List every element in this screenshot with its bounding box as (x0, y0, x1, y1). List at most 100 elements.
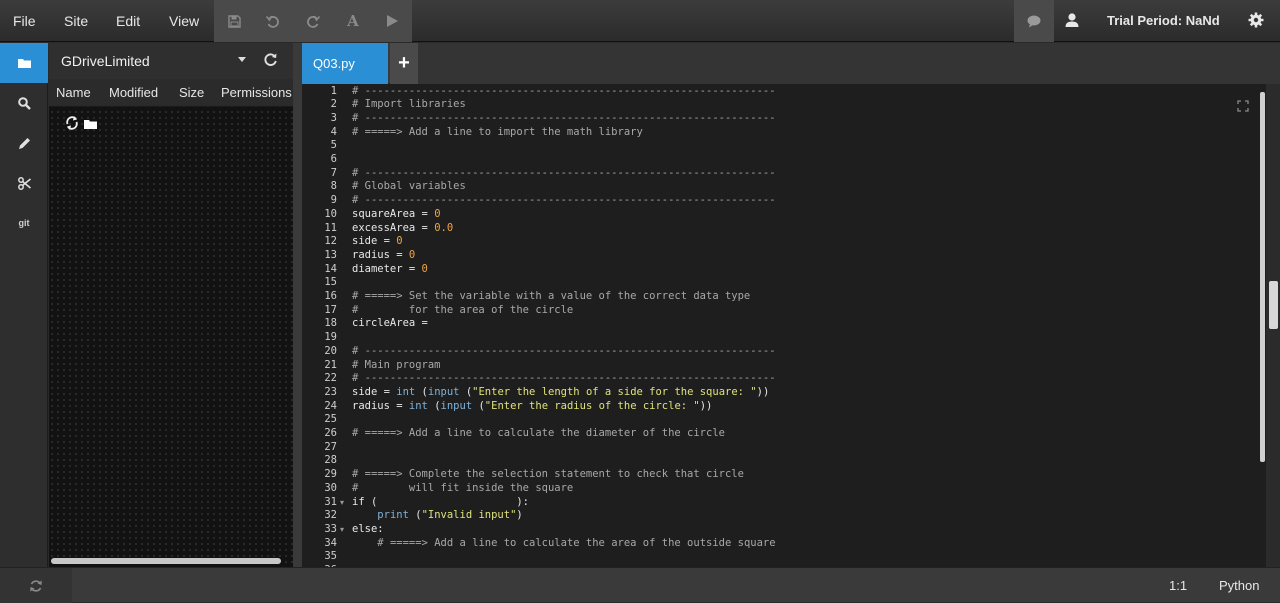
left-tool-rail: git (0, 43, 48, 567)
code-line[interactable]: # =====> Add a line to calculate the dia… (352, 427, 725, 441)
redo-button[interactable] (303, 11, 323, 31)
expand-icon[interactable] (1237, 99, 1249, 112)
code-line[interactable]: else: (352, 523, 384, 537)
status-bar: 1:1 Python (0, 567, 1280, 603)
search-icon (17, 96, 31, 110)
fold-arrow-icon[interactable]: ▾ (340, 496, 348, 510)
code-line[interactable]: print ("Invalid input") (352, 509, 522, 523)
line-number: 22 (324, 372, 337, 385)
page-scrollbar[interactable] (1269, 281, 1278, 329)
code-line[interactable]: # --------------------------------------… (352, 167, 776, 181)
line-number: 31 (324, 495, 337, 508)
line-number: 1 (330, 84, 337, 97)
column-header-name[interactable]: Name (56, 79, 91, 106)
menu-file[interactable]: File (13, 0, 36, 42)
line-number: 18 (324, 317, 337, 330)
file-column-headers: Name Modified Size Permissions (49, 79, 293, 107)
line-number: 9 (330, 194, 337, 207)
file-panel-scrollbar[interactable] (51, 558, 281, 564)
rail-edit-button[interactable] (0, 123, 48, 163)
pencil-icon (18, 137, 30, 149)
rail-git-button[interactable]: git (0, 203, 48, 243)
rail-cut-button[interactable] (0, 163, 48, 203)
refresh-button[interactable] (263, 52, 281, 70)
folder-icon (17, 59, 31, 68)
line-number: 34 (324, 536, 337, 549)
code-line[interactable]: # Main program (352, 359, 441, 373)
chat-button[interactable] (1014, 0, 1054, 42)
line-number: 24 (324, 399, 337, 412)
undo-icon (265, 15, 279, 28)
menu-edit[interactable]: Edit (116, 0, 140, 42)
language-mode[interactable]: Python (1219, 568, 1259, 603)
line-number: 28 (324, 454, 337, 467)
cursor-position: 1:1 (1169, 578, 1188, 593)
code-line[interactable]: # =====> Set the variable with a value o… (352, 290, 750, 304)
font-icon: A (347, 12, 359, 30)
scissors-icon (17, 176, 31, 190)
trial-period-label[interactable]: Trial Period: NaNd (1107, 0, 1220, 42)
code-line[interactable]: squareArea = 0 (352, 208, 441, 222)
code-line[interactable]: excessArea = 0.0 (352, 222, 453, 236)
tab-q03-py[interactable]: Q03.py (302, 43, 388, 84)
drive-header: GDriveLimited (49, 43, 293, 79)
line-number: 10 (324, 207, 337, 220)
rail-files-button[interactable] (0, 43, 48, 83)
line-number: 5 (330, 139, 337, 152)
undo-button[interactable] (262, 11, 282, 31)
refresh-icon (264, 53, 277, 66)
code-line[interactable]: # Global variables (352, 180, 466, 194)
code-editor[interactable]: 1 2 3 4 5 6 7 8 9 10 11 12 13 14 15 16 17 18 19 20 21 22 23 24 2… (302, 84, 1266, 567)
code-line[interactable]: radius = int (input ("Enter the radius o… (352, 400, 712, 414)
fold-arrow-icon[interactable]: ▾ (340, 523, 348, 537)
editor-scrollbar[interactable] (1260, 92, 1265, 462)
code-content[interactable]: # --------------------------------------… (352, 84, 1252, 567)
line-number: 19 (324, 331, 337, 344)
code-line[interactable]: diameter = 0 (352, 263, 428, 277)
column-header-modified[interactable]: Modified (109, 79, 158, 106)
code-line[interactable]: # --------------------------------------… (352, 112, 776, 126)
code-line[interactable]: # --------------------------------------… (352, 372, 776, 386)
menu-site[interactable]: Site (64, 0, 88, 42)
code-line[interactable]: # =====> Complete the selection statemen… (352, 468, 744, 482)
code-line[interactable]: # --------------------------------------… (352, 345, 776, 359)
font-button[interactable]: A (343, 11, 363, 31)
drive-name[interactable]: GDriveLimited (61, 43, 150, 79)
line-number: 6 (330, 153, 337, 165)
code-line[interactable]: # Import libraries (352, 98, 466, 112)
code-line[interactable]: # =====> Add a line to calculate the are… (352, 537, 775, 551)
line-number: 17 (324, 303, 337, 316)
add-tab-button[interactable]: + (390, 43, 418, 84)
code-line[interactable]: side = int (input ("Enter the length of … (352, 386, 769, 400)
user-icon[interactable] (1064, 12, 1082, 30)
code-line[interactable]: side = 0 (352, 235, 403, 249)
tree-root-item[interactable] (65, 115, 105, 133)
gear-icon (1248, 12, 1264, 28)
code-line[interactable]: radius = 0 (352, 249, 415, 263)
code-line[interactable]: # --------------------------------------… (352, 85, 776, 99)
sync-button[interactable] (0, 568, 72, 603)
code-line[interactable]: # --------------------------------------… (352, 194, 776, 208)
line-number: 21 (324, 358, 337, 371)
code-line[interactable]: circleArea = (352, 317, 428, 331)
file-browser-panel: GDriveLimited Name Modified Size Permiss… (49, 43, 293, 567)
rail-search-button[interactable] (0, 83, 48, 123)
code-line[interactable]: if ( ): (352, 496, 529, 510)
line-number: 35 (324, 550, 337, 563)
code-line[interactable]: # =====> Add a line to import the math l… (352, 126, 643, 140)
line-number-gutter: 1 2 3 4 5 6 7 8 9 10 11 12 13 14 15 16 17 18 19 20 21 22 23 24 2… (302, 84, 349, 567)
menu-view[interactable]: View (169, 0, 199, 42)
code-line[interactable]: # will fit inside the square (352, 482, 573, 496)
run-button[interactable] (382, 11, 402, 31)
column-header-permissions[interactable]: Permissions (221, 79, 292, 106)
column-header-size[interactable]: Size (179, 79, 204, 106)
line-number: 23 (324, 385, 337, 398)
line-number: 4 (330, 125, 337, 138)
settings-button[interactable] (1248, 12, 1266, 30)
chevron-down-icon[interactable] (238, 57, 246, 62)
line-number: 33 (324, 522, 337, 535)
code-line[interactable]: # for the area of the circle (352, 304, 573, 318)
save-button[interactable] (224, 11, 244, 31)
panel-divider[interactable] (293, 43, 302, 567)
line-number: 29 (324, 468, 337, 481)
